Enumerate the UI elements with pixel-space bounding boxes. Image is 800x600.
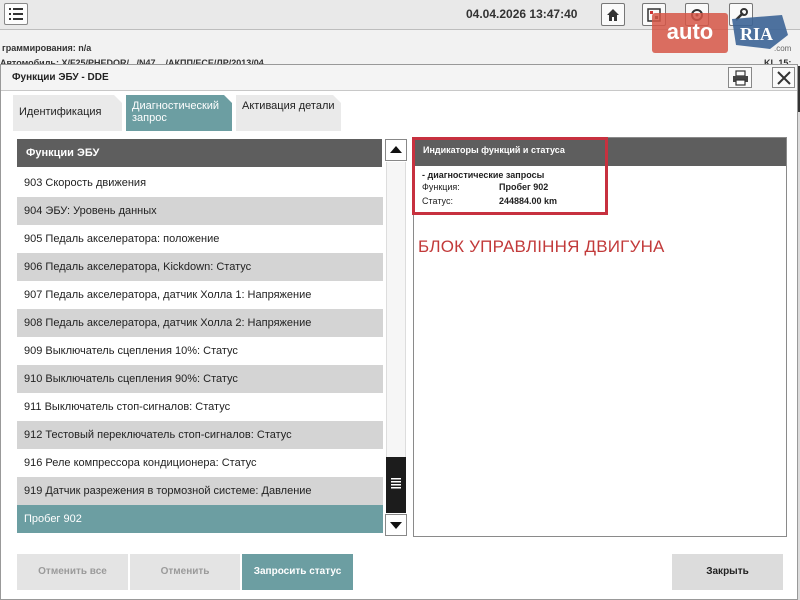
list-item[interactable]: 911 Выключатель стоп-сигналов: Статус (17, 393, 383, 421)
print-button[interactable] (728, 67, 752, 88)
tab-diagnostic-request[interactable]: Диагностический запрос (126, 95, 232, 131)
list-menu-icon (9, 8, 23, 20)
grip-icon (391, 478, 401, 489)
dialog-title-bar: Функции ЭБУ - DDE (1, 65, 797, 91)
menu-button[interactable] (4, 3, 28, 25)
scroll-up-button[interactable] (385, 139, 407, 161)
ecu-functions-header: Функции ЭБУ (17, 139, 382, 167)
home-icon (607, 9, 619, 21)
list-item[interactable]: 908 Педаль акселератора, датчик Холла 2:… (17, 309, 383, 337)
programming-label: граммирования: n/a (2, 43, 92, 53)
watermark-ria-text: RIA (740, 24, 773, 44)
close-icon (777, 71, 791, 85)
list-item[interactable]: 906 Педаль акселератора, Kickdown: Стату… (17, 253, 383, 281)
list-item[interactable]: 909 Выключатель сцепления 10%: Статус (17, 337, 383, 365)
scroll-down-button[interactable] (385, 514, 407, 536)
datetime-display: 04.04.2026 13:47:40 (466, 7, 578, 21)
cancel-button[interactable]: Отменить (130, 554, 240, 590)
list-item[interactable]: 916 Реле компрессора кондиционера: Стату… (17, 449, 383, 477)
list-item-selected[interactable]: Пробег 902 (17, 505, 383, 533)
list-item[interactable]: 903 Скорость движения (17, 169, 383, 197)
list-item[interactable]: 910 Выключатель сцепления 90%: Статус (17, 365, 383, 393)
printer-icon (733, 70, 748, 86)
tab-identification[interactable]: Идентификация (13, 95, 122, 131)
highlight-box (412, 137, 608, 215)
list-item[interactable]: 912 Тестовый переключатель стоп-сигналов… (17, 421, 383, 449)
close-dialog-button[interactable] (772, 67, 795, 88)
watermark-logo: auto RIA .com (652, 13, 796, 53)
arrow-down-icon (390, 522, 402, 529)
request-status-button[interactable]: Запросить статус (242, 554, 353, 590)
arrow-up-icon (390, 146, 402, 153)
close-button[interactable]: Закрыть (672, 554, 783, 590)
status-indicators-panel: Индикаторы функций и статуса - диагности… (412, 137, 787, 537)
ecu-functions-list: 903 Скорость движения 904 ЭБУ: Уровень д… (17, 169, 383, 535)
home-button[interactable] (601, 3, 625, 26)
ecu-functions-dialog: Функции ЭБУ - DDE Идентификация Диагност… (0, 64, 798, 600)
engine-control-unit-annotation: БЛОК УПРАВЛІННЯ ДВИГУНА (418, 237, 665, 256)
list-item[interactable]: 904 ЭБУ: Уровень данных (17, 197, 383, 225)
list-item[interactable]: 919 Датчик разрежения в тормозной систем… (17, 477, 383, 505)
watermark-ria: RIA .com (730, 13, 794, 53)
list-item[interactable]: 905 Педаль акселератора: положение (17, 225, 383, 253)
watermark-com-text: .com (774, 44, 792, 53)
tab-component-activation[interactable]: Активация детали (236, 95, 341, 131)
cancel-all-button[interactable]: Отменить все (17, 554, 128, 590)
dialog-title: Функции ЭБУ - DDE (12, 72, 109, 83)
watermark-auto: auto (652, 13, 728, 53)
list-item[interactable]: 907 Педаль акселератора, датчик Холла 1:… (17, 281, 383, 309)
